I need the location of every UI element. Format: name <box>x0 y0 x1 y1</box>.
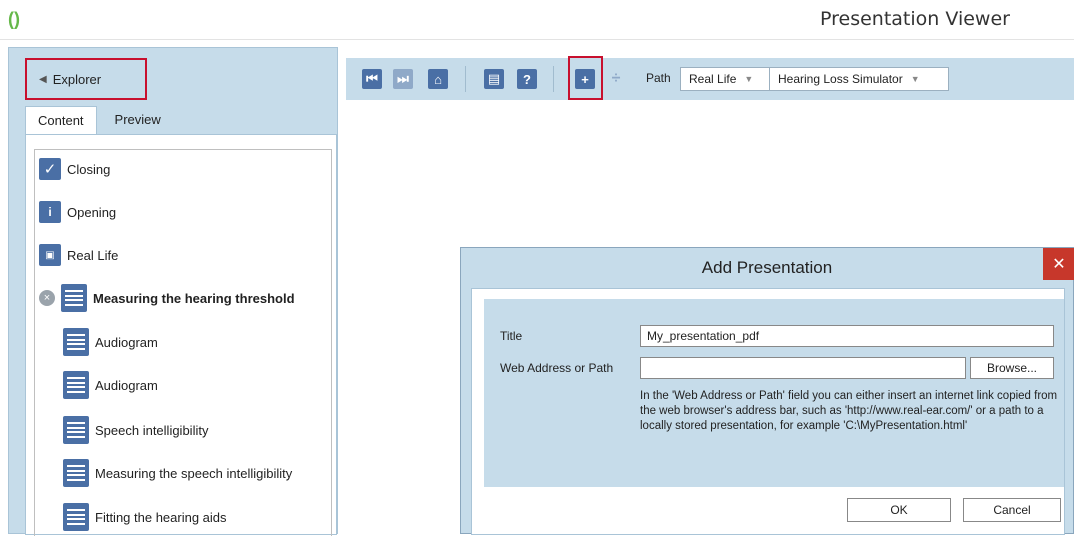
path-segment-label: Hearing Loss Simulator <box>778 72 903 86</box>
tab-preview[interactable]: Preview <box>103 106 173 134</box>
tree-item-opening[interactable]: i Opening <box>39 197 116 227</box>
content-tree: ✓ Closing i Opening ▣ Real Life × Measur… <box>34 149 332 536</box>
explorer-header: ◀ Explorer <box>9 48 337 104</box>
app-logo-icon: () <box>8 9 20 29</box>
explorer-tabs: Content Preview <box>25 106 173 134</box>
path-segment-hearing-loss-simulator[interactable]: Hearing Loss Simulator ▼ <box>769 67 949 91</box>
toolbar-divider <box>553 66 554 92</box>
collapse-icon[interactable]: × <box>39 290 55 306</box>
tree-item-label: Audiogram <box>95 334 158 350</box>
first-page-icon[interactable]: ⏮ <box>362 69 382 89</box>
tree-item-label: Measuring the speech intelligibility <box>95 465 293 481</box>
tree-item-label: Fitting the hearing aids <box>95 509 227 525</box>
document-icon <box>63 459 89 487</box>
path-label: Path <box>646 71 671 85</box>
path-field-label: Web Address or Path <box>500 361 614 375</box>
checkmark-icon: ✓ <box>39 158 61 180</box>
title-bar: () Presentation Viewer <box>0 0 1074 40</box>
tree-item-label: Closing <box>67 161 111 177</box>
tree-item-closing[interactable]: ✓ Closing <box>39 154 110 184</box>
path-segment-label: Real Life <box>689 72 737 86</box>
tree-item-label: Real Life <box>67 247 119 263</box>
next-page-icon[interactable]: ⏭ <box>393 69 413 89</box>
tree-item-label: Speech intelligibility <box>95 422 209 438</box>
real-life-icon: ▣ <box>39 244 61 266</box>
tree-item-audiogram[interactable]: Audiogram <box>63 327 158 357</box>
document-icon <box>63 328 89 356</box>
chevron-left-icon: ◀ <box>39 73 47 85</box>
cancel-button[interactable]: Cancel <box>963 498 1061 522</box>
tree-item-audiogram[interactable]: Audiogram <box>63 370 158 400</box>
web-address-input[interactable] <box>640 357 966 379</box>
dialog-title: Add Presentation <box>701 258 833 277</box>
help-text: In the 'Web Address or Path' field you c… <box>640 390 1058 432</box>
tree-item-label: Audiogram <box>95 377 158 393</box>
title-input[interactable] <box>640 325 1054 347</box>
tree-item-label: Measuring the hearing threshold <box>93 290 295 306</box>
info-icon: i <box>39 201 61 223</box>
explorer-panel: ◀ Explorer Content Preview ✓ Closing i O… <box>8 47 338 536</box>
toolbar-divider <box>465 66 466 92</box>
add-presentation-icon[interactable]: + <box>575 69 595 89</box>
explorer-toggle-button[interactable]: ◀ Explorer <box>25 58 147 100</box>
print-icon[interactable]: ▤ <box>484 69 504 89</box>
content-tree-pane: ✓ Closing i Opening ▣ Real Life × Measur… <box>25 134 337 536</box>
tree-item-measuring-hearing-threshold[interactable]: × Measuring the hearing threshold <box>39 283 295 313</box>
chevron-down-icon: ▼ <box>744 74 754 84</box>
ok-button[interactable]: OK <box>847 498 951 522</box>
browse-button[interactable]: Browse... <box>970 357 1054 379</box>
title-field-label: Title <box>500 329 523 343</box>
explorer-label: Explorer <box>52 71 102 87</box>
window-title: Presentation Viewer <box>820 8 1010 30</box>
home-icon[interactable]: ⌂ <box>428 69 448 89</box>
path-segment-real-life[interactable]: Real Life ▼ <box>680 67 770 91</box>
tree-item-speech-intelligibility[interactable]: Speech intelligibility <box>63 415 208 445</box>
viewer-toolbar: ⏮ ⏭ ⌂ ▤ ? + ÷ Path Real Life ▼ Hearing L… <box>346 56 1074 100</box>
document-icon <box>63 416 89 444</box>
document-icon <box>63 503 89 531</box>
document-icon <box>61 284 87 312</box>
chevron-down-icon: ▼ <box>910 74 920 84</box>
document-icon <box>63 371 89 399</box>
tree-item-fitting-hearing-aids[interactable]: Fitting the hearing aids <box>63 502 227 532</box>
divide-icon[interactable]: ÷ <box>606 69 626 89</box>
help-icon[interactable]: ? <box>517 69 537 89</box>
close-icon[interactable]: ✕ <box>1043 248 1074 280</box>
dialog-form: Title Web Address or Path Browse... In t… <box>484 299 1064 487</box>
tree-item-label: Opening <box>67 204 117 220</box>
tab-content[interactable]: Content <box>25 106 97 134</box>
tree-item-real-life[interactable]: ▣ Real Life <box>39 240 118 270</box>
tree-item-measuring-speech-intelligibility[interactable]: Measuring the speech intelligibility <box>63 458 292 488</box>
add-presentation-dialog: Add Presentation ✕ Title Web Address or … <box>460 247 1074 535</box>
